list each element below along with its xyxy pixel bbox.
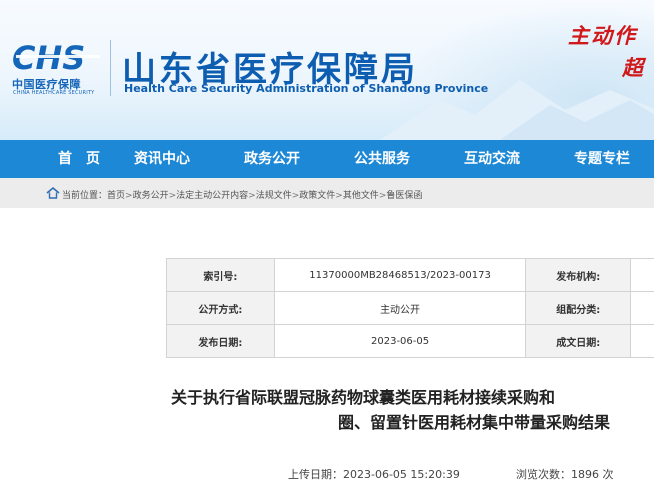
written-date-value: [630, 324, 654, 358]
breadcrumb-separator: >: [335, 191, 343, 201]
breadcrumb-item-gov-affairs[interactable]: 政务公开: [133, 191, 169, 201]
breadcrumb-item-lu-yibao[interactable]: 鲁医保函: [386, 191, 422, 201]
upload-date: 上传日期：2023-06-05 15:20:39: [288, 466, 460, 482]
written-date-label: 成文日期:: [525, 324, 632, 358]
slogan-line-2: 超: [622, 56, 643, 80]
view-count-label: 浏览次数：: [516, 468, 571, 481]
breadcrumb-item-policy[interactable]: 政策文件: [299, 191, 335, 201]
publisher-label: 发布机构:: [525, 258, 632, 292]
breadcrumb-item-statutory[interactable]: 法定主动公开内容: [176, 191, 248, 201]
upload-date-label: 上传日期：: [288, 468, 343, 481]
nav-item-public-service[interactable]: 公共服务: [354, 140, 410, 178]
site-header: CHS 中国医疗保障 CHINA HEALTHCARE SECURITY 山东省…: [0, 0, 654, 140]
home-icon: [46, 186, 60, 199]
breadcrumb-prefix: 当前位置：: [62, 191, 108, 201]
nav-item-gov-affairs[interactable]: 政务公开: [244, 140, 300, 178]
breadcrumb-item-other[interactable]: 其他文件: [343, 191, 379, 201]
breadcrumb-separator: >: [168, 191, 177, 201]
table-row: 公开方式: 主动公开 组配分类:: [166, 291, 654, 325]
publish-date-label: 发布日期:: [166, 324, 275, 358]
slogan-line-1: 主动作: [568, 24, 637, 48]
article-title-line-1: 关于执行省际联盟冠脉药物球囊类医用耗材接续采购和: [171, 388, 556, 407]
nav-item-home[interactable]: 首 页: [58, 140, 100, 178]
header-divider: [110, 40, 111, 96]
view-count-unit: 次: [602, 468, 614, 481]
breadcrumb: 当前位置：首页>政务公开>法定主动公开内容>法规文件>政策文件>其他文件>鲁医保…: [62, 188, 422, 201]
logo-english-text: CHINA HEALTHCARE SECURITY: [13, 90, 95, 96]
index-number-label: 索引号:: [166, 258, 275, 292]
nav-item-interaction[interactable]: 互动交流: [464, 140, 520, 178]
table-row: 索引号: 11370000MB28468513/2023-00173 发布机构:: [166, 258, 654, 292]
category-label: 组配分类:: [525, 291, 632, 325]
table-row: 发布日期: 2023-06-05 成文日期:: [166, 324, 654, 358]
publish-date-value: 2023-06-05: [273, 324, 527, 358]
view-count: 浏览次数：1896 次: [516, 466, 614, 482]
category-value: [630, 291, 654, 325]
breadcrumb-separator: >: [125, 191, 133, 201]
article-title-line-2: 圈、留置针医用耗材集中带量采购结果: [338, 413, 611, 432]
nav-item-news[interactable]: 资讯中心: [134, 140, 190, 178]
upload-date-value: 2023-06-05 15:20:39: [343, 468, 460, 481]
nav-item-special-topics[interactable]: 专题专栏: [574, 140, 630, 178]
chs-logo-icon[interactable]: CHS: [12, 40, 104, 74]
mountain-decoration: [380, 80, 654, 140]
disclosure-method-value: 主动公开: [273, 291, 527, 325]
breadcrumb-item-regulations[interactable]: 法规文件: [256, 191, 292, 201]
breadcrumb-separator: >: [248, 191, 256, 201]
index-number-value: 11370000MB28468513/2023-00173: [273, 258, 527, 292]
main-nav: 首 页 资讯中心 政务公开 公共服务 互动交流 专题专栏: [0, 140, 654, 178]
site-subtitle: Health Care Security Administration of S…: [124, 82, 489, 95]
breadcrumb-item-home[interactable]: 首页: [107, 191, 125, 201]
document-info-table: 索引号: 11370000MB28468513/2023-00173 发布机构:…: [166, 258, 654, 358]
disclosure-method-label: 公开方式:: [166, 291, 275, 325]
publisher-value: [630, 258, 654, 292]
view-count-value: 1896: [571, 468, 599, 481]
